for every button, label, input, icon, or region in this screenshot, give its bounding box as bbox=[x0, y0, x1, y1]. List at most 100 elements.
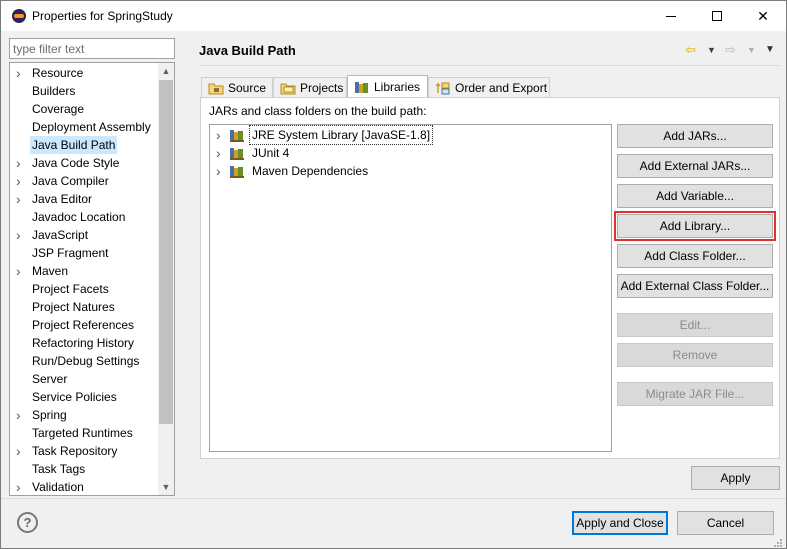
tab-order-and-export[interactable]: Order and Export bbox=[428, 77, 550, 98]
expand-chevron-icon[interactable]: › bbox=[16, 172, 26, 190]
sidebar-item[interactable]: Project Natures bbox=[10, 298, 159, 316]
sidebar-item[interactable]: › Maven bbox=[10, 262, 159, 280]
migrate-jar-button[interactable]: Migrate JAR File... bbox=[617, 382, 773, 406]
cancel-button[interactable]: Cancel bbox=[677, 511, 774, 535]
sidebar-item[interactable]: Javadoc Location bbox=[10, 208, 159, 226]
forward-arrow-icon[interactable]: ⇨ bbox=[725, 41, 736, 59]
scroll-down-icon[interactable]: ▼ bbox=[158, 479, 174, 495]
sidebar-item[interactable]: Server bbox=[10, 370, 159, 388]
sidebar-item-label: Coverage bbox=[32, 102, 85, 116]
add-jars-button[interactable]: Add JARs... bbox=[617, 124, 773, 148]
tab-source-label: Source bbox=[228, 81, 267, 95]
back-arrow-icon[interactable]: ⇦ bbox=[685, 41, 696, 59]
sidebar-item[interactable]: Deployment Assembly bbox=[10, 118, 159, 136]
footer-divider bbox=[1, 498, 786, 499]
edit-button[interactable]: Edit... bbox=[617, 313, 773, 337]
apply-and-close-button[interactable]: Apply and Close bbox=[572, 511, 668, 535]
library-icon bbox=[230, 147, 246, 160]
sidebar-item-label: Java Code Style bbox=[32, 156, 120, 170]
expand-chevron-icon[interactable]: › bbox=[16, 406, 26, 424]
sidebar-item-label: Java Compiler bbox=[32, 174, 109, 188]
library-icon bbox=[230, 129, 246, 142]
back-dropdown-icon[interactable]: ▼ bbox=[707, 41, 716, 59]
sidebar-item[interactable]: Refactoring History bbox=[10, 334, 159, 352]
sidebar-item[interactable]: › Validation bbox=[10, 478, 159, 495]
add-variable-button[interactable]: Add Variable... bbox=[617, 184, 773, 208]
sidebar-item[interactable]: Project Facets bbox=[10, 280, 159, 298]
add-external-class-folder-button[interactable]: Add External Class Folder... bbox=[617, 274, 773, 298]
sidebar-item-label: JavaScript bbox=[32, 228, 89, 242]
scrollbar-thumb[interactable] bbox=[159, 80, 173, 424]
sidebar-item[interactable]: › Task Repository bbox=[10, 442, 159, 460]
resize-grip-icon[interactable] bbox=[773, 537, 783, 547]
libraries-icon bbox=[354, 80, 370, 94]
tab-projects[interactable]: Projects bbox=[273, 77, 347, 98]
sidebar-item-label: Resource bbox=[32, 66, 84, 80]
add-external-jars-button[interactable]: Add External JARs... bbox=[617, 154, 773, 178]
sidebar-item[interactable]: Run/Debug Settings bbox=[10, 352, 159, 370]
tab-libraries[interactable]: Libraries bbox=[347, 75, 428, 98]
expand-chevron-icon[interactable]: › bbox=[216, 144, 221, 162]
sidebar-item[interactable]: Targeted Runtimes bbox=[10, 424, 159, 442]
sidebar-item-label: Run/Debug Settings bbox=[32, 354, 140, 368]
sidebar-item-label: Refactoring History bbox=[32, 336, 135, 350]
expand-chevron-icon[interactable]: › bbox=[16, 262, 26, 280]
sidebar-item-label: Project References bbox=[32, 318, 135, 332]
view-menu-icon[interactable]: ▼ bbox=[765, 41, 775, 59]
title-bar: Properties for SpringStudy ✕ bbox=[1, 1, 786, 31]
sidebar-item[interactable]: Task Tags bbox=[10, 460, 159, 478]
apply-button[interactable]: Apply bbox=[691, 466, 780, 490]
sidebar-item[interactable]: JSP Fragment bbox=[10, 244, 159, 262]
minimize-icon bbox=[666, 15, 676, 17]
sidebar-item-label: Targeted Runtimes bbox=[32, 426, 133, 440]
expand-chevron-icon[interactable]: › bbox=[16, 442, 26, 460]
expand-chevron-icon[interactable]: › bbox=[16, 64, 26, 82]
sidebar-item[interactable]: Project References bbox=[10, 316, 159, 334]
expand-chevron-icon[interactable]: › bbox=[16, 154, 26, 172]
sidebar-item[interactable]: Coverage bbox=[10, 100, 159, 118]
sidebar-item[interactable]: Java Build Path bbox=[10, 136, 159, 154]
expand-chevron-icon[interactable]: › bbox=[16, 226, 26, 244]
sidebar-item-label: Builders bbox=[32, 84, 76, 98]
expand-chevron-icon[interactable]: › bbox=[216, 162, 221, 180]
scroll-up-icon[interactable]: ▲ bbox=[158, 63, 174, 79]
expand-chevron-icon[interactable]: › bbox=[16, 190, 26, 208]
help-icon[interactable]: ? bbox=[17, 512, 38, 533]
properties-dialog: Properties for SpringStudy ✕ › Resource Bu… bbox=[0, 0, 787, 549]
sidebar-item[interactable]: › Java Code Style bbox=[10, 154, 159, 172]
sidebar-item-label: Validation bbox=[32, 480, 84, 494]
sidebar-item-label: Task Repository bbox=[32, 444, 118, 458]
maximize-button[interactable] bbox=[694, 1, 740, 31]
library-tree[interactable]: › JRE System Library [JavaSE-1.8] › JUnit 4… bbox=[209, 124, 612, 452]
add-class-folder-button[interactable]: Add Class Folder... bbox=[617, 244, 773, 268]
close-icon: ✕ bbox=[757, 7, 769, 24]
library-label: JUnit 4 bbox=[252, 146, 290, 160]
tree-scrollbar[interactable]: ▲ ▼ bbox=[158, 63, 174, 495]
minimize-button[interactable] bbox=[648, 1, 694, 31]
sidebar-item[interactable]: Builders bbox=[10, 82, 159, 100]
preference-tree: › Resource Builders Coverage Deployment Asse… bbox=[9, 62, 175, 496]
tab-source[interactable]: Source bbox=[201, 77, 273, 98]
library-icon bbox=[230, 165, 246, 178]
forward-dropdown-icon[interactable]: ▼ bbox=[747, 41, 756, 59]
add-library-button[interactable]: Add Library... bbox=[614, 211, 776, 241]
sidebar-item[interactable]: › JavaScript bbox=[10, 226, 159, 244]
libraries-panel: JARs and class folders on the build path… bbox=[200, 97, 780, 459]
close-button[interactable]: ✕ bbox=[740, 1, 786, 31]
sidebar-item-label: JSP Fragment bbox=[32, 246, 109, 260]
sidebar-item[interactable]: › Java Editor bbox=[10, 190, 159, 208]
preference-list: › Resource Builders Coverage Deployment Asse… bbox=[10, 64, 159, 495]
sidebar-item-label: Server bbox=[32, 372, 68, 386]
sidebar-item[interactable]: › Resource bbox=[10, 64, 159, 82]
sidebar-item[interactable]: Service Policies bbox=[10, 388, 159, 406]
sidebar-item-label: Service Policies bbox=[32, 390, 117, 404]
sidebar-item[interactable]: › Java Compiler bbox=[10, 172, 159, 190]
tab-order-label: Order and Export bbox=[455, 81, 548, 95]
expand-chevron-icon[interactable]: › bbox=[216, 126, 221, 144]
sidebar-item-label: Project Facets bbox=[32, 282, 109, 296]
expand-chevron-icon[interactable]: › bbox=[16, 478, 26, 495]
library-label: JRE System Library [JavaSE-1.8] bbox=[248, 125, 434, 145]
sidebar-item[interactable]: › Spring bbox=[10, 406, 159, 424]
filter-input[interactable] bbox=[9, 38, 175, 59]
remove-button[interactable]: Remove bbox=[617, 343, 773, 367]
